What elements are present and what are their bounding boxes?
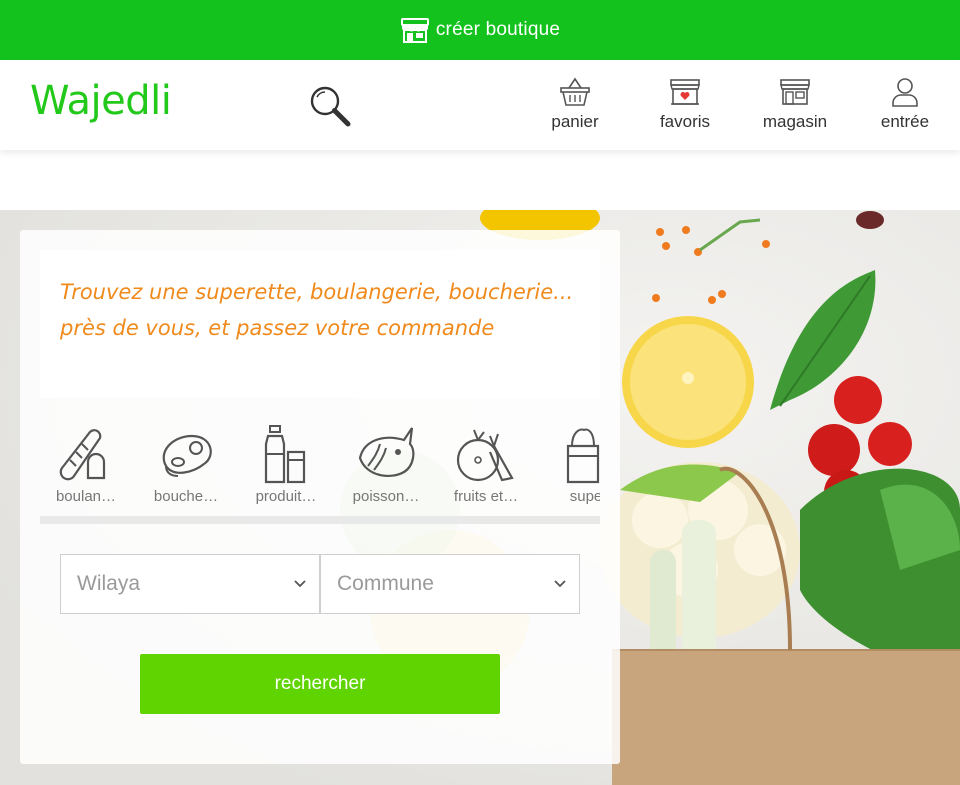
- nav-login-label: entrée: [880, 112, 930, 131]
- create-shop-bar[interactable]: créer boutique: [0, 0, 960, 60]
- nav-cart[interactable]: panier: [546, 76, 604, 136]
- chevron-down-icon: [294, 580, 306, 588]
- nav-favorites[interactable]: favoris: [654, 76, 716, 136]
- nav-cart-label: panier: [551, 112, 599, 131]
- grocery-bag-icon: [566, 428, 600, 484]
- category-label: bouche…: [153, 488, 219, 505]
- favorite-shop-icon: [670, 79, 700, 105]
- category-scrollbar[interactable]: [40, 516, 600, 524]
- fish-icon: [358, 427, 415, 477]
- nav-store-label: magasin: [762, 112, 828, 131]
- user-icon: [892, 78, 918, 107]
- basket-icon: [560, 77, 590, 106]
- nav-store[interactable]: magasin: [756, 76, 834, 136]
- category-label: fruits et…: [453, 488, 519, 505]
- bread-icon: [59, 429, 106, 481]
- wilaya-placeholder: Wilaya: [77, 572, 141, 595]
- nav-login[interactable]: entrée: [876, 76, 934, 136]
- shop-icon: [400, 18, 429, 43]
- meat-icon: [162, 434, 212, 477]
- category-carousel[interactable]: boulan… bouche… produit… poisson… fruits…: [40, 422, 600, 514]
- category-fish[interactable]: poisson…: [340, 422, 432, 510]
- category-label: produit…: [255, 488, 317, 505]
- nav-favorites-label: favoris: [659, 112, 711, 131]
- commune-placeholder: Commune: [337, 572, 434, 595]
- category-label: supe: [569, 488, 600, 505]
- search-button[interactable]: rechercher: [140, 654, 500, 714]
- milk-icon: [264, 425, 306, 484]
- create-shop-label: créer boutique: [435, 19, 561, 40]
- category-fruits[interactable]: fruits et…: [440, 422, 532, 510]
- site-logo[interactable]: Wajedli: [30, 78, 172, 124]
- fruits-vegetables-icon: [456, 429, 514, 482]
- store-icon: [780, 79, 810, 105]
- hero-tagline: Trouvez une superette, boulangerie, bouc…: [60, 280, 574, 340]
- category-label: boulan…: [55, 488, 117, 505]
- category-butcher[interactable]: bouche…: [140, 422, 232, 510]
- category-grocery[interactable]: supe: [540, 422, 600, 510]
- category-dairy[interactable]: produit…: [240, 422, 332, 510]
- commune-select[interactable]: Commune: [320, 554, 580, 614]
- magnifier-icon[interactable]: [306, 82, 354, 130]
- chevron-down-icon: [554, 580, 566, 588]
- category-label: poisson…: [352, 488, 420, 505]
- search-card: Trouvez une superette, boulangerie, bouc…: [20, 230, 620, 764]
- wilaya-select[interactable]: Wilaya: [60, 554, 320, 614]
- site-header: Wajedli panier favoris magasin entrée: [0, 60, 960, 150]
- hero-section: Trouvez une superette, boulangerie, bouc…: [0, 210, 960, 785]
- category-bakery[interactable]: boulan…: [40, 422, 132, 510]
- tagline-box: Trouvez une superette, boulangerie, bouc…: [40, 250, 600, 398]
